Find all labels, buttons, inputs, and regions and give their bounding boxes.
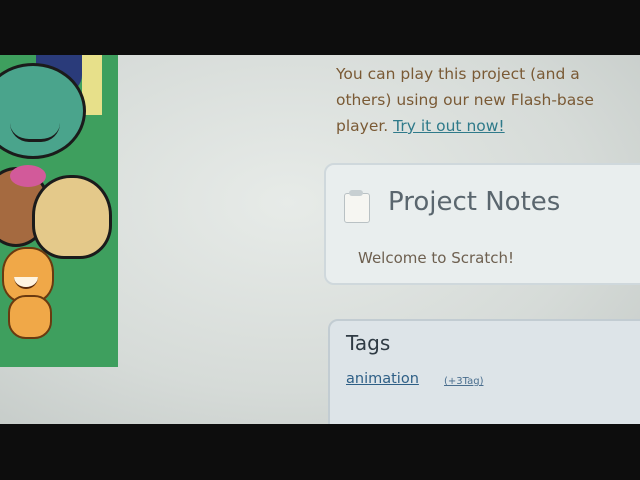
project-notes-text: Welcome to Scratch! — [358, 249, 514, 267]
flash-player-note: You can play this project (and a others)… — [336, 61, 640, 139]
pink-character — [10, 165, 46, 187]
flash-note-line-2: others) using our new Flash-base — [336, 91, 594, 109]
tags-panel: Tags animation (+3Tag) — [328, 319, 640, 424]
project-notes-panel: Project Notes Welcome to Scratch! — [324, 163, 640, 285]
scratch-cat-body — [8, 295, 52, 339]
letterbox-top — [0, 0, 640, 55]
tag-link-animation[interactable]: animation — [346, 371, 419, 387]
tags-title: Tags — [346, 331, 391, 355]
notes-clipboard-icon — [344, 190, 370, 223]
tag-count[interactable]: (+3Tag) — [444, 376, 483, 387]
scratch-project-page: You can play this project (and a others)… — [0, 55, 640, 424]
flash-note-line-3: player. Try it out now! — [336, 113, 640, 139]
try-it-out-link[interactable]: Try it out now! — [393, 117, 504, 135]
tan-character — [32, 175, 112, 259]
letterbox-bottom — [0, 424, 640, 480]
flash-note-line-1: You can play this project (and a — [336, 65, 580, 83]
project-thumbnail[interactable] — [0, 55, 118, 367]
flash-note-prefix: player. — [336, 117, 394, 135]
project-notes-title: Project Notes — [388, 187, 561, 217]
